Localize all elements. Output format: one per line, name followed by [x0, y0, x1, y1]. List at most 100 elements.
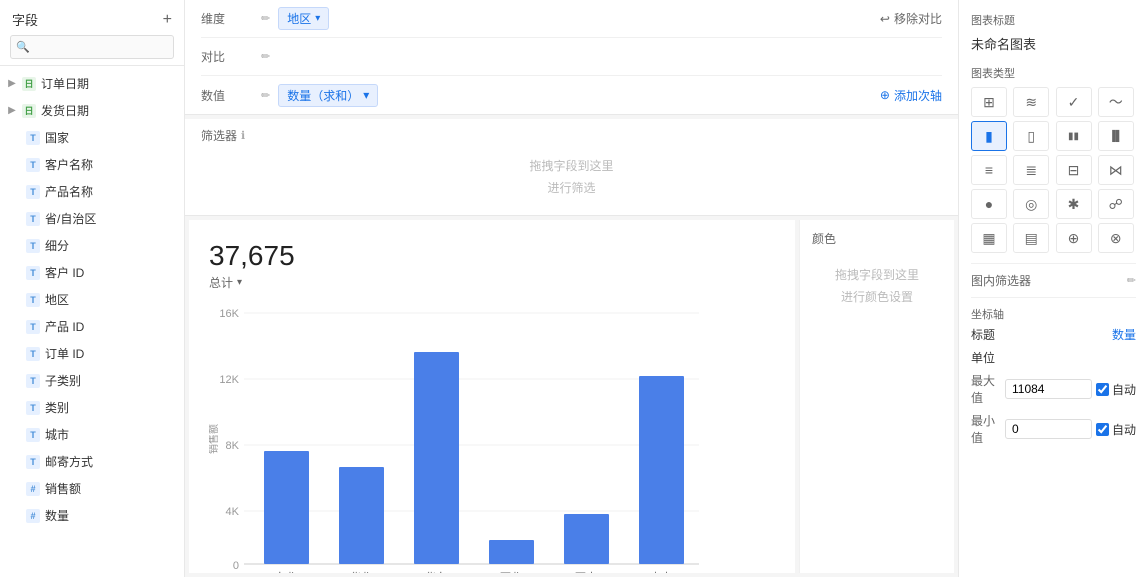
sidebar-item-sales[interactable]: # 销售额 [0, 475, 184, 502]
sidebar-item-product-id[interactable]: T 产品 ID [0, 313, 184, 340]
type-icon: T [26, 212, 40, 226]
axis-max-input[interactable] [1005, 379, 1092, 399]
color-drop-zone: 拖拽字段到这里 进行颜色设置 [812, 255, 942, 318]
filter-panel-label: 图内筛选器 [971, 272, 1031, 289]
type-icon: T [26, 374, 40, 388]
chart-type-area[interactable]: ≡ [971, 155, 1007, 185]
sidebar-item-city[interactable]: T 城市 [0, 421, 184, 448]
svg-text:东北: 东北 [275, 571, 297, 573]
filter-hint-line1: 拖拽字段到这里 [201, 156, 942, 178]
add-axis-icon: ⊕ [880, 88, 890, 102]
chart-type-combo[interactable]: ⋈ [1098, 155, 1134, 185]
dimension-row: 维度 ✏ 地区 ▾ ↩ 移除对比 [201, 0, 942, 38]
sidebar-item-country[interactable]: T 国家 [0, 124, 184, 151]
type-icon: # [26, 509, 40, 523]
chart-type-table[interactable]: ⊞ [971, 87, 1007, 117]
color-area: 颜色 拖拽字段到这里 进行颜色设置 [799, 220, 954, 573]
spacer [10, 429, 22, 441]
main-area: 维度 ✏ 地区 ▾ ↩ 移除对比 对比 ✏ 数值 ✏ 数量（求和） ▾ ⊕ [185, 0, 958, 577]
chart-type-bar-h[interactable]: ▯ [1013, 121, 1049, 151]
sidebar-item-label: 子类别 [45, 372, 81, 389]
sidebar-item-subcategory[interactable]: T 子类别 [0, 367, 184, 394]
axis-min-row: 最小值 自动 [971, 412, 1136, 446]
sidebar-item-label: 城市 [45, 426, 69, 443]
chart-type-bar-stack[interactable]: ▮▮ [1056, 121, 1092, 151]
measure-edit-icon[interactable]: ✏ [261, 89, 270, 102]
spacer [10, 240, 22, 252]
chart-total-label: 总计 ▾ [209, 274, 775, 291]
sidebar-item-order-id[interactable]: T 订单 ID [0, 340, 184, 367]
sidebar-search-input[interactable] [10, 35, 174, 59]
chart-type-scatter[interactable]: ✱ [1056, 189, 1092, 219]
axis-title-row: 标题 数量 [971, 326, 1136, 343]
sidebar-items-list: ▶ 日 订单日期 ▶ 日 发货日期 T 国家 T 客户名称 T 产品名称 T 省 [0, 70, 184, 577]
remove-compare-button[interactable]: ↩ 移除对比 [880, 10, 942, 27]
chart-summary: 37,675 总计 ▾ [209, 240, 775, 291]
chart-type-geo[interactable]: ☍ [1098, 189, 1134, 219]
type-icon: 日 [22, 104, 36, 118]
sidebar-item-category[interactable]: T 类别 [0, 394, 184, 421]
chart-type-section-label: 图表类型 [971, 65, 1136, 81]
sidebar-item-quantity[interactable]: # 数量 [0, 502, 184, 529]
chart-svg-container: 16K 12K 8K 4K 0 销售额 [209, 299, 775, 573]
chart-type-pie[interactable]: ● [971, 189, 1007, 219]
svg-text:华北: 华北 [350, 570, 372, 573]
sidebar-item-segment[interactable]: T 细分 [0, 232, 184, 259]
chart-type-funnel[interactable]: ⊕ [1056, 223, 1092, 253]
type-icon: T [26, 158, 40, 172]
filter-label-row: 筛选器 ℹ [201, 127, 942, 144]
type-icon: T [26, 185, 40, 199]
chart-type-bar[interactable]: ▮ [971, 121, 1007, 151]
chart-type-waterfall[interactable]: ⊟ [1056, 155, 1092, 185]
chart-total-label-text: 总计 [209, 274, 233, 291]
sidebar-item-ship-date[interactable]: ▶ 日 发货日期 [0, 97, 184, 124]
sidebar-title: 字段 [12, 10, 38, 29]
spacer [10, 159, 22, 171]
sidebar-item-region[interactable]: T 地区 [0, 286, 184, 313]
chart-type-line-check[interactable]: ✓ [1056, 87, 1092, 117]
measure-row: 数值 ✏ 数量（求和） ▾ ⊕ 添加次轴 [201, 76, 942, 114]
sidebar-item-label: 数量 [45, 507, 69, 524]
svg-text:8K: 8K [226, 440, 240, 452]
chart-type-line[interactable]: 〜 [1098, 87, 1134, 117]
measure-tag[interactable]: 数量（求和） ▾ [278, 84, 378, 107]
sidebar-item-label: 产品名称 [45, 183, 93, 200]
sidebar-item-customer-id[interactable]: T 客户 ID [0, 259, 184, 286]
sidebar-add-button[interactable]: + [163, 12, 172, 28]
axis-min-auto-checkbox[interactable] [1096, 423, 1109, 436]
filter-info-icon[interactable]: ℹ [241, 129, 245, 142]
chart-type-heatmap[interactable]: ▦ [971, 223, 1007, 253]
dimension-edit-icon[interactable]: ✏ [261, 12, 270, 25]
axis-min-input[interactable] [1005, 419, 1092, 439]
add-axis-button[interactable]: ⊕ 添加次轴 [880, 87, 942, 104]
chart-type-donut[interactable]: ◎ [1013, 189, 1049, 219]
axis-max-label: 最大值 [971, 372, 1001, 406]
chart-type-bar-stack-h[interactable]: ▐▌ [1098, 121, 1134, 151]
filter-label-text: 筛选器 [201, 127, 237, 144]
sidebar-item-product-name[interactable]: T 产品名称 [0, 178, 184, 205]
sidebar-search-container: 🔍 [10, 35, 174, 59]
divider [971, 297, 1136, 298]
type-icon: T [26, 266, 40, 280]
type-icon: T [26, 239, 40, 253]
type-icon: T [26, 455, 40, 469]
bar-dongbei [264, 451, 309, 564]
axis-max-auto-checkbox[interactable] [1096, 383, 1109, 396]
compare-edit-icon[interactable]: ✏ [261, 50, 270, 63]
filter-edit-icon[interactable]: ✏ [1127, 274, 1136, 287]
axis-min-auto-label: 自动 [1096, 421, 1136, 438]
divider [971, 263, 1136, 264]
chevron-down-icon: ▾ [363, 88, 369, 102]
dimension-tag[interactable]: 地区 ▾ [278, 7, 329, 30]
sidebar-item-customer-name[interactable]: T 客户名称 [0, 151, 184, 178]
chart-type-pivot[interactable]: ≋ [1013, 87, 1049, 117]
chart-type-area2[interactable]: ≣ [1013, 155, 1049, 185]
chart-type-gauge[interactable]: ⊗ [1098, 223, 1134, 253]
sidebar-item-province[interactable]: T 省/自治区 [0, 205, 184, 232]
spacer [10, 267, 22, 279]
chevron-right-icon: ▶ [6, 105, 18, 117]
chart-type-treemap[interactable]: ▤ [1013, 223, 1049, 253]
sidebar-item-label: 销售额 [45, 480, 81, 497]
sidebar-item-ship-mode[interactable]: T 邮寄方式 [0, 448, 184, 475]
sidebar-item-order-date[interactable]: ▶ 日 订单日期 [0, 70, 184, 97]
